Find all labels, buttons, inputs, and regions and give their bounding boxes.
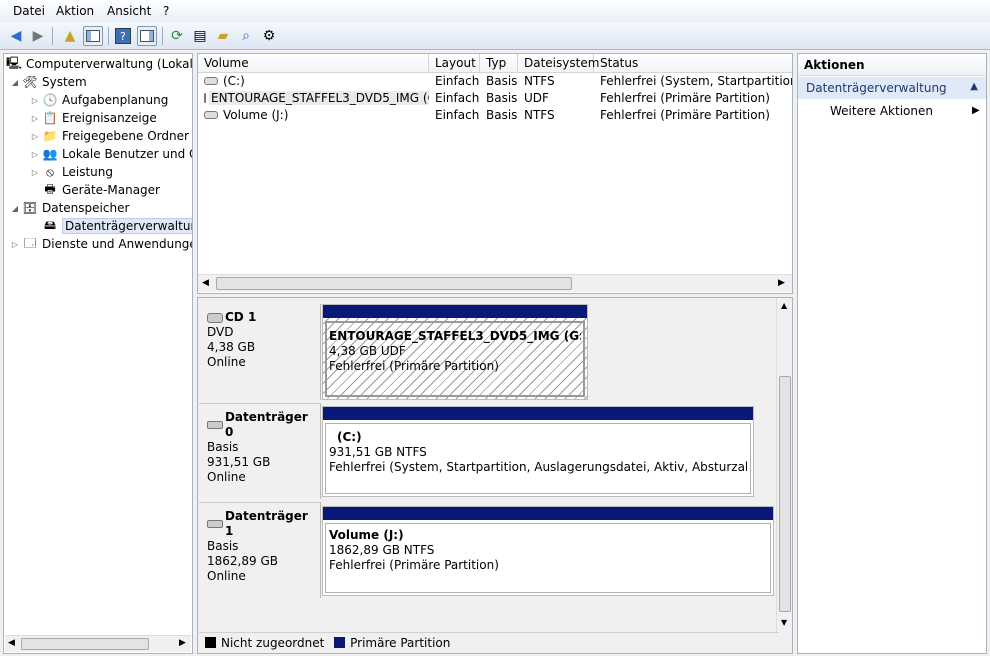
- table-row[interactable]: Volume (J:) Einfach Basis NTFS Fehlerfre…: [198, 107, 792, 124]
- weitere-aktionen-item[interactable]: Weitere Aktionen ▶: [830, 104, 980, 122]
- legend-unallocated-swatch: [205, 637, 216, 648]
- forward-icon[interactable]: ▶: [28, 26, 48, 46]
- column-dateisystem[interactable]: Dateisystem: [518, 54, 599, 73]
- svg-text:?: ?: [120, 30, 126, 43]
- tree-item-dienste[interactable]: ▷ 🗔 Dienste und Anwendungen: [10, 235, 192, 253]
- disk-management-icon: 🖴: [43, 217, 57, 232]
- partition-color-bar: [323, 305, 587, 318]
- scroll-left-icon[interactable]: ◀: [202, 278, 209, 288]
- up-folder-icon[interactable]: ▲: [60, 26, 80, 46]
- cd-drive-icon: [207, 312, 223, 323]
- properties-icon[interactable]: ▤: [190, 26, 210, 46]
- collapsed-arrow-icon[interactable]: ▷: [30, 150, 40, 159]
- graphical-view-vertical-scrollbar[interactable]: ▲ ▼: [776, 298, 792, 632]
- collapse-arrow-icon[interactable]: ▲: [970, 81, 978, 92]
- legend: Nicht zugeordnet Primäre Partition: [199, 632, 779, 652]
- expanded-arrow-icon[interactable]: ◢: [10, 78, 20, 87]
- partition-color-bar: [323, 507, 773, 520]
- navigation-tree: 🖳 Computerverwaltung (Lokal) ◢ 🛠 System …: [3, 53, 193, 654]
- legend-primary-swatch: [334, 637, 346, 648]
- expanded-arrow-icon[interactable]: ◢: [10, 204, 20, 213]
- menu-datei[interactable]: Datei: [13, 4, 45, 18]
- collapsed-arrow-icon[interactable]: ▷: [30, 96, 40, 105]
- open-icon[interactable]: ▰: [213, 26, 233, 46]
- collapsed-arrow-icon[interactable]: ▷: [30, 114, 40, 123]
- help-icon[interactable]: ?: [113, 26, 133, 46]
- table-row[interactable]: (C:) Einfach Basis NTFS Fehlerfrei (Syst…: [198, 73, 792, 90]
- disk-graphical-view: CD 1 DVD 4,38 GB Online ENTOURAGE_STAFFE…: [197, 297, 793, 654]
- tree-item-freigegebene-ordner[interactable]: ▷ 📁 Freigegebene Ordner: [30, 127, 189, 145]
- collapsed-arrow-icon[interactable]: ▷: [30, 132, 40, 141]
- scroll-thumb[interactable]: [779, 376, 791, 612]
- clock-icon: 🕓: [42, 93, 58, 107]
- back-icon[interactable]: ◀: [6, 26, 26, 46]
- submenu-arrow-icon: ▶: [972, 105, 980, 116]
- column-status[interactable]: Status: [594, 54, 792, 73]
- menu-ansicht[interactable]: Ansicht: [107, 4, 151, 18]
- collapsed-arrow-icon[interactable]: ▷: [10, 240, 20, 249]
- actions-title: Aktionen: [798, 54, 986, 76]
- tree-item-ereignisanzeige[interactable]: ▷ 📋 Ereignisanzeige: [30, 109, 157, 127]
- drive-icon: [204, 111, 218, 119]
- menu-aktion[interactable]: Aktion: [56, 4, 94, 18]
- disk-label-datentraeger-1[interactable]: Datenträger 1 Basis 1862,89 GB Online: [199, 502, 321, 598]
- partition-color-bar: [323, 407, 753, 420]
- volume-list-horizontal-scrollbar[interactable]: ◀ ▶: [198, 274, 792, 292]
- scroll-right-icon[interactable]: ▶: [179, 638, 186, 648]
- tree-item-leistung[interactable]: ▷ ⦸ Leistung: [30, 163, 113, 181]
- event-viewer-icon: 📋: [42, 111, 58, 125]
- show-action-pane-icon[interactable]: [137, 26, 157, 46]
- column-volume[interactable]: Volume: [198, 54, 429, 73]
- menu-bar: Datei Aktion Ansicht ?: [0, 0, 990, 22]
- column-layout[interactable]: Layout: [429, 54, 480, 73]
- partition-g[interactable]: ENTOURAGE_STAFFEL3_DVD5_IMG (G:) 4,38 GB…: [322, 304, 588, 400]
- scroll-right-icon[interactable]: ▶: [778, 278, 785, 288]
- volume-list-header: Volume Layout Typ Dateisystem Status: [198, 54, 792, 73]
- tree-item-aufgabenplanung[interactable]: ▷ 🕓 Aufgabenplanung: [30, 91, 168, 109]
- tree-item-lokale-benutzer[interactable]: ▷ 👥 Lokale Benutzer und Gru: [30, 145, 192, 163]
- partition-c[interactable]: (C:) 931,51 GB NTFS Fehlerfrei (System, …: [322, 406, 754, 497]
- menu-help[interactable]: ?: [163, 4, 169, 18]
- tree-horizontal-scrollbar[interactable]: ◀ ▶: [5, 635, 191, 652]
- hard-disk-icon: [207, 520, 223, 528]
- scroll-up-icon[interactable]: ▲: [781, 301, 787, 310]
- hard-disk-icon: [207, 421, 223, 429]
- collapsed-arrow-icon[interactable]: ▷: [30, 168, 40, 177]
- performance-icon: ⦸: [46, 164, 54, 179]
- refresh-icon[interactable]: ⟳: [167, 26, 187, 46]
- volume-list: Volume Layout Typ Dateisystem Status (C:…: [197, 53, 793, 294]
- disk-label-datentraeger-0[interactable]: Datenträger 0 Basis 931,51 GB Online: [199, 403, 321, 499]
- tree-item-geraete-manager[interactable]: 🖶 Geräte-Manager: [42, 181, 160, 199]
- partition-j[interactable]: Volume (J:) 1862,89 GB NTFS Fehlerfrei (…: [322, 506, 774, 596]
- users-icon: 👥: [42, 147, 58, 161]
- scroll-thumb[interactable]: [216, 277, 572, 290]
- scroll-thumb[interactable]: [21, 638, 149, 650]
- tools-icon: 🛠: [22, 75, 38, 89]
- tree-item-datentraegerverwaltung[interactable]: 🖴 Datenträgerverwaltung: [42, 217, 192, 235]
- services-icon: 🗔: [23, 235, 37, 250]
- scroll-down-icon[interactable]: ▼: [781, 618, 787, 627]
- tree-item-system[interactable]: ◢ 🛠 System: [10, 73, 87, 91]
- shared-folder-icon: 📁: [42, 129, 58, 143]
- actions-section-datentraegerverwaltung[interactable]: Datenträgerverwaltung ▲: [798, 77, 986, 99]
- show-tree-icon[interactable]: [83, 26, 103, 46]
- column-typ[interactable]: Typ: [480, 54, 518, 73]
- computer-management-icon: 🖳: [6, 55, 23, 70]
- tree-item-datenspeicher[interactable]: ◢ 🗄 Datenspeicher: [10, 199, 129, 217]
- search-icon[interactable]: ⌕: [236, 26, 256, 46]
- device-manager-icon: 🖶: [44, 181, 56, 196]
- scroll-left-icon[interactable]: ◀: [8, 638, 15, 648]
- storage-icon: 🗄: [22, 201, 38, 215]
- settings-icon[interactable]: ⚙: [259, 26, 279, 46]
- toolbar: ◀ ▶ ▲ ? ⟳ ▤ ▰ ⌕ ⚙: [0, 22, 990, 50]
- drive-icon: [204, 77, 218, 85]
- actions-pane: Aktionen Datenträgerverwaltung ▲ Weitere…: [797, 53, 987, 654]
- dvd-drive-icon: [204, 93, 206, 103]
- table-row[interactable]: ENTOURAGE_STAFFEL3_DVD5_IMG (G:) Einfach…: [198, 90, 792, 107]
- disk-label-cd1[interactable]: CD 1 DVD 4,38 GB Online: [199, 304, 321, 400]
- tree-item-computerverwaltung[interactable]: 🖳 Computerverwaltung (Lokal): [6, 55, 192, 73]
